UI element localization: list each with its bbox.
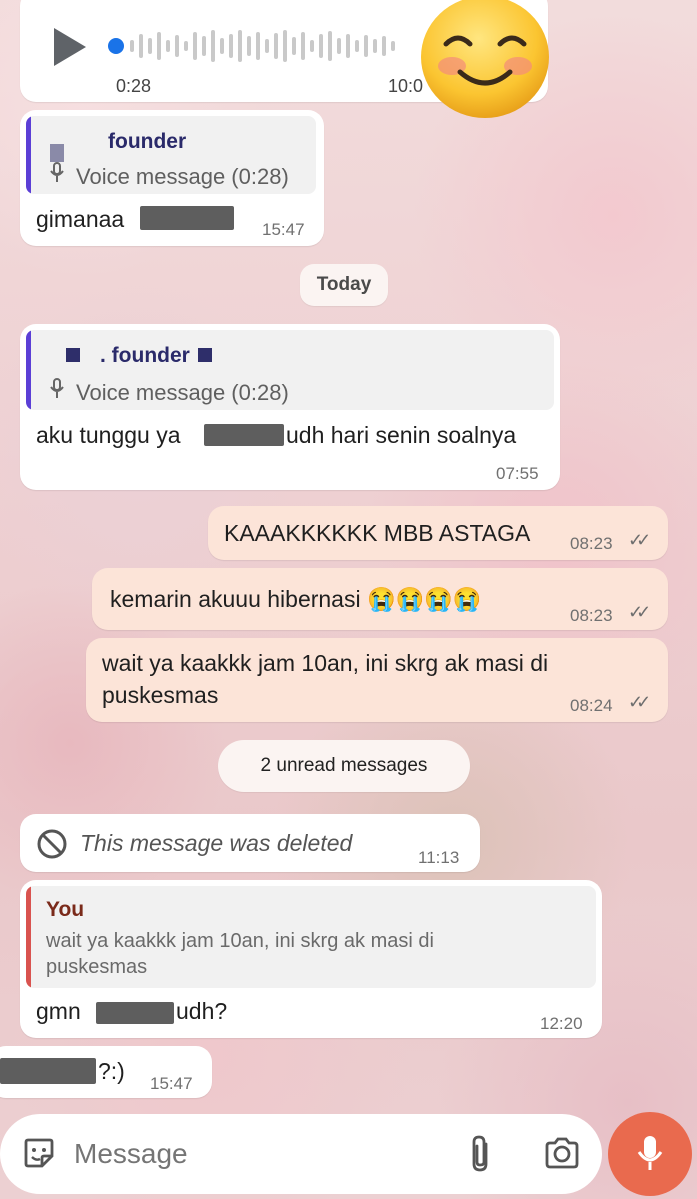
message-text-line1: wait ya kaakkk jam 10an, ini skrg ak mas… [102,650,549,676]
read-ticks-icon: ✓✓ [628,530,651,550]
quote-bar [26,886,31,988]
quote-sender: founder [108,130,187,153]
quote-text: Voice message (0:28) [76,380,289,405]
quote-text-line1: wait ya kaakkk jam 10an, ini skrg ak mas… [46,930,434,952]
outgoing-message[interactable]: wait ya kaakkk jam 10an, ini skrg ak mas… [86,638,668,722]
deleted-text: This message was deleted [80,830,353,856]
message-time: 07:55 [496,464,539,483]
date-chip: Today [300,264,388,306]
reply-quote[interactable]: You wait ya kaakkk jam 10an, ini skrg ak… [26,886,596,988]
redaction [204,424,284,446]
read-ticks-icon: ✓✓ [628,602,651,622]
message-time: 10:0 [388,76,424,96]
redaction [96,1002,174,1024]
incoming-message[interactable]: You wait ya kaakkk jam 10an, ini skrg ak… [20,880,602,1038]
quote-sender: . founder [100,344,190,367]
play-icon[interactable] [54,28,86,66]
message-time: 12:20 [540,1014,583,1033]
read-ticks-icon: ✓✓ [628,692,651,712]
waveform-graphic [108,30,395,62]
blocked-icon [36,828,68,865]
message-text: udh? [176,998,228,1024]
deleted-message[interactable]: This message was deleted 11:13 [20,814,480,872]
message-text: KAAAKKKKKK MBB ASTAGA [224,520,531,546]
quote-text-line2: puskesmas [46,956,148,978]
message-time: 08:23 [570,534,613,553]
avatar-redaction [50,144,64,162]
reply-quote[interactable]: . founder Voice message (0:28) [26,330,554,410]
message-time: 15:47 [262,220,305,239]
message-composer[interactable] [0,1114,602,1194]
message-text: udh hari senin soalnya [286,422,517,448]
message-input[interactable] [72,1134,432,1174]
emoji-redaction [66,348,80,362]
waveform[interactable] [108,26,408,66]
voice-duration: 0:28 [116,76,152,96]
quote-sender: You [46,898,85,921]
quote-text: Voice message (0:28) [76,164,289,189]
message-text: gmn [36,998,81,1024]
message-text-line2: puskesmas [102,682,219,708]
camera-icon[interactable] [544,1136,580,1175]
incoming-message[interactable]: founder Voice message (0:28) gimanaa 15:… [20,110,324,246]
attach-icon[interactable] [466,1134,496,1179]
smiley-sticker [420,0,550,120]
reply-quote[interactable]: founder Voice message (0:28) [26,116,316,194]
redaction [140,206,234,230]
message-time: 08:23 [570,606,613,625]
message-time: 08:24 [570,696,613,715]
message-time: 11:13 [418,848,460,867]
mic-button[interactable] [608,1112,692,1196]
incoming-message[interactable]: ?:) 15:47 [0,1046,212,1098]
unread-messages-chip: 2 unread messages [218,740,470,792]
message-text: gimanaa [36,206,125,232]
sticker-icon[interactable] [22,1136,56,1175]
incoming-message[interactable]: . founder Voice message (0:28) aku tungg… [20,324,560,490]
outgoing-message[interactable]: kemarin akuuu hibernasi 😭😭😭😭 08:23 ✓✓ [92,568,668,630]
quote-bar [26,330,31,410]
message-time: 15:47 [150,1074,193,1093]
message-text: ?:) [98,1058,125,1084]
outgoing-message[interactable]: KAAAKKKKKK MBB ASTAGA 08:23 ✓✓ [208,506,668,560]
redaction [0,1058,96,1084]
message-text: kemarin akuuu hibernasi 😭😭😭😭 [110,586,482,612]
quote-bar [26,116,31,194]
message-text: aku tunggu ya [36,422,181,448]
mic-small-icon [50,378,64,405]
mic-small-icon [50,162,64,189]
emoji-redaction [198,348,212,362]
mic-icon [637,1134,663,1179]
